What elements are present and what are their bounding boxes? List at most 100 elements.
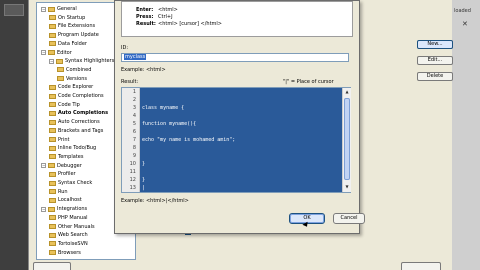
tree-item-label: Code Completions [58,93,104,99]
info-value: Ctrl+J [158,14,173,20]
scroll-up-icon[interactable]: ▲ [344,89,350,95]
tree-item[interactable]: Data Folder [49,40,87,48]
edit-button[interactable]: Edit... [417,56,453,65]
background-close-icon[interactable]: ✕ [462,20,468,28]
scrollbar-thumb[interactable] [344,98,350,180]
folder-icon [49,32,56,38]
id-input[interactable]: myclass [121,53,349,62]
info-value: <html> [cursor] </html> [158,21,222,27]
tree-item[interactable]: Browsers [49,249,81,257]
result-editor[interactable]: 1 2 3 4 5 6 7 8 9 10 11 12 13 class myname {function… [121,87,351,193]
folder-icon [49,171,56,177]
tree-item-label: Syntax Highlighters [65,58,115,65]
tree-item-label: Editor [57,49,72,56]
background-window-right [452,0,480,270]
tree-item[interactable]: − Debugger [41,162,82,170]
folder-icon [49,232,56,238]
tree-item[interactable]: − Integrations [41,205,87,213]
tree-item-label: Browsers [58,249,81,256]
tree-item-label: On Startup [58,14,86,21]
folder-icon [57,76,64,82]
line-number: 11 [129,169,136,175]
tree-item-label: Templates [58,153,84,160]
folder-icon [49,241,56,247]
id-input-value: myclass [124,54,147,60]
tree-item[interactable]: Auto Completions [49,109,108,117]
preferences-ok-button[interactable] [33,262,71,270]
line-number: 4 [132,113,136,119]
folder-icon [56,58,63,64]
tree-item[interactable]: TortoiseSVN [49,240,88,248]
tree-item[interactable]: Other Manuals [49,223,95,231]
tree-item[interactable]: Run [49,188,68,196]
code-line: echo "my name is mohamed amin"; [142,137,236,143]
tree-item[interactable]: Code Tip [49,101,80,109]
tree-item-label: Code Tip [58,101,80,108]
code-area[interactable]: class myname {function myname(){echo "my… [140,88,342,192]
tree-item-label: Combined [66,66,92,73]
code-line: | [142,185,146,191]
tree-item[interactable]: Code Completions [49,92,104,100]
tree-item-label: Web Search [58,232,88,239]
tree-item[interactable]: Templates [49,153,83,161]
preferences-cancel-button[interactable] [401,262,441,270]
folder-icon [49,41,56,47]
tree-item[interactable]: Syntax Check [49,179,92,187]
tree-item[interactable]: − Syntax Highlighters [49,57,114,65]
background-label: loaded [454,8,471,14]
tree-item-label: Auto Completions [58,110,109,117]
line-number: 12 [129,177,136,183]
tree-item-label: Print [58,136,70,143]
tree-item[interactable]: Versions [57,75,87,83]
folder-icon [48,6,55,12]
tree-item[interactable]: − General [41,5,77,13]
tree-item[interactable]: PHP Manual [49,214,88,222]
tree-item[interactable]: − Editor [41,49,72,57]
line-number: 9 [132,153,136,159]
line-number-gutter: 1 2 3 4 5 6 7 8 9 10 11 12 13 [122,88,140,192]
folder-icon [48,50,55,55]
tree-item[interactable]: Code Explorer [49,83,93,91]
info-key: Enter: [136,7,154,13]
collapse-icon[interactable]: − [41,206,46,212]
folder-icon [49,197,56,203]
new-button[interactable]: New... [417,40,453,49]
collapse-icon[interactable]: − [49,58,54,64]
folder-icon [48,163,55,169]
tree-item-label: Debugger [57,162,82,169]
tree-item[interactable]: Profiler [49,170,76,178]
cancel-button[interactable]: Cancel [333,213,365,224]
collapse-icon[interactable]: − [41,6,46,12]
tree-item[interactable]: Inline Todo/Bug [49,144,96,152]
scroll-down-icon[interactable]: ▼ [344,184,350,190]
folder-icon [49,154,56,160]
tree-item[interactable]: Program Update [49,31,99,39]
collapse-icon[interactable]: − [41,163,46,169]
folder-icon [49,215,56,221]
folder-icon [48,206,55,212]
tree-item[interactable]: Combined [57,66,91,74]
delete-button[interactable]: Delete [417,72,453,81]
folder-icon [49,93,56,99]
tree-item[interactable]: On Startup [49,14,85,22]
collapse-icon[interactable]: − [41,50,46,55]
info-key: Press: [136,14,154,20]
id-example: Example: <html> [121,67,166,73]
tree-item[interactable]: Web Search [49,231,88,239]
result-label: Result: [121,79,139,85]
line-number: 2 [132,97,136,103]
folder-icon [49,84,56,90]
folder-icon [57,67,64,73]
vertical-scrollbar[interactable]: ▲ ▼ [342,88,351,192]
tree-item[interactable]: Print [49,136,70,144]
tree-item-label: TortoiseSVN [58,240,88,247]
tree-item[interactable]: Brackets and Tags [49,127,103,135]
tree-item-label: Inline Todo/Bug [58,145,97,152]
tree-item[interactable]: File Extensions [49,22,95,30]
folder-icon [49,145,56,151]
tree-item[interactable]: Auto Corrections [49,118,100,126]
line-number: 13 [129,185,136,191]
info-row-result: Result: <html> [cursor] </html> [136,21,352,28]
tree-item-label: Data Folder [58,40,87,47]
tree-item[interactable]: Localhost [49,196,82,204]
